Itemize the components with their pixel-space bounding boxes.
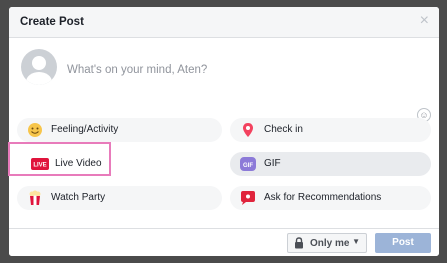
post-composer-input[interactable]: What's on your mind, Aten? bbox=[67, 64, 207, 76]
feeling-activity-label: Feeling/Activity bbox=[51, 124, 119, 135]
gif-icon: GIF bbox=[240, 156, 256, 172]
close-icon[interactable]: × bbox=[420, 12, 429, 30]
gif-button[interactable]: GIF GIF bbox=[230, 152, 431, 176]
dialog-footer: Only me ▼ Post bbox=[9, 228, 439, 256]
check-in-button[interactable]: Check in bbox=[230, 118, 431, 142]
privacy-label: Only me bbox=[310, 238, 350, 249]
watch-party-button[interactable]: Watch Party bbox=[17, 186, 222, 210]
check-in-label: Check in bbox=[264, 124, 303, 135]
ask-for-recommendations-button[interactable]: Ask for Recommendations bbox=[230, 186, 431, 210]
create-post-dialog: Create Post × What's on your mind, Aten?… bbox=[9, 7, 439, 256]
avatar bbox=[21, 49, 57, 85]
watch-party-label: Watch Party bbox=[51, 192, 106, 203]
svg-text:GIF: GIF bbox=[243, 163, 253, 169]
popcorn-icon bbox=[27, 190, 43, 206]
privacy-selector[interactable]: Only me ▼ bbox=[287, 233, 367, 253]
chevron-down-icon: ▼ bbox=[352, 237, 360, 246]
lock-icon bbox=[294, 237, 304, 252]
speech-bubble-icon bbox=[240, 190, 256, 206]
dialog-title: Create Post bbox=[20, 16, 84, 28]
feeling-emoji-icon bbox=[27, 122, 43, 138]
post-button[interactable]: Post bbox=[375, 233, 431, 253]
gif-label: GIF bbox=[264, 158, 281, 169]
dialog-header: Create Post × bbox=[9, 7, 439, 38]
feeling-activity-button[interactable]: Feeling/Activity bbox=[17, 118, 222, 142]
ask-for-recommendations-label: Ask for Recommendations bbox=[264, 192, 382, 203]
map-pin-icon bbox=[240, 122, 256, 138]
highlight-box bbox=[8, 142, 111, 176]
